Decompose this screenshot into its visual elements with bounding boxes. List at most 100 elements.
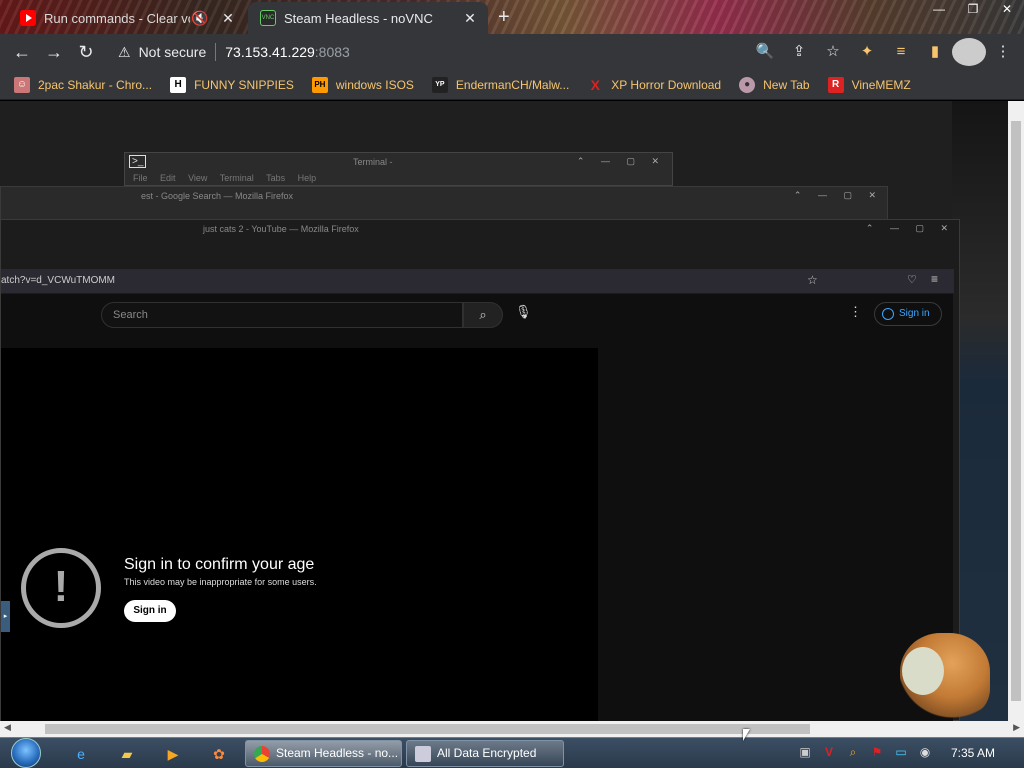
paint-icon[interactable]: ✿ [208,743,230,765]
profile-avatar[interactable] [952,38,986,67]
bookmark-label: windows ISOS [335,77,414,92]
exclamation-icon: ! [21,548,101,628]
video-player[interactable]: ▸ ! Sign in to confirm your age This vid… [1,348,598,721]
menu-terminal[interactable]: Terminal [220,173,254,183]
taskbar-item-steam-headless[interactable]: Steam Headless - no... [245,740,402,767]
youtube-search-input[interactable]: Search [101,302,463,328]
pocket-icon[interactable]: ♡ [907,273,917,286]
bookmark-2pac[interactable]: ☺ 2pac Shakur - Chro... [14,76,152,93]
search-icon[interactable]: ⌕ [463,302,503,328]
clock: 7:35 AM [951,746,996,760]
scroll-right-icon[interactable]: ▶ [1013,722,1020,733]
minimize-icon[interactable]: — [922,0,956,18]
reload-icon[interactable]: ↻ [70,42,102,63]
account-icon [882,308,894,320]
taskbar-item-all-data-encrypted[interactable]: All Data Encrypted [406,740,564,767]
tab-title: Run commands - Clear vo [44,10,190,26]
side-panel-icon[interactable]: ▮ [918,38,952,66]
side-drawer-handle[interactable]: ▸ [1,601,10,632]
bookmark-star-icon[interactable]: ☆ [807,273,818,287]
address-bar[interactable]: ⚠ Not secure 73.153.41.229 :8083 [108,38,748,66]
microphone-icon[interactable]: 🎙 [515,304,532,320]
more-options-icon[interactable]: ⋮ [849,304,862,320]
tray-search-icon[interactable]: ⌕ [841,745,865,760]
tab-run-commands[interactable]: Run commands - Clear vo 🔇 ✕ [8,2,246,34]
hamburger-menu-icon[interactable]: ≡ [931,272,938,286]
menu-tabs[interactable]: Tabs [266,173,285,183]
forward-icon[interactable]: → [38,42,70,63]
bookmark-endermanch[interactable]: YP EndermanCH/Malw... [431,76,569,93]
menu-view[interactable]: View [188,173,207,183]
tray-app-icon[interactable]: ▣ [793,745,817,760]
window-controls[interactable]: ⌃ — ▢ ✕ [794,190,883,201]
bookmark-windows-isos[interactable]: PH windows ISOS [311,76,414,93]
menu-help[interactable]: Help [298,173,317,183]
url-port: :8083 [314,44,350,60]
h-icon: H [170,76,187,93]
scroll-thumb[interactable] [45,724,810,734]
horizontal-scrollbar[interactable]: ◀ ▶ [0,721,1024,737]
age-gate-subtitle: This video may be inappropriate for some… [124,577,317,587]
window-title: just cats 2 - YouTube — Mozilla Firefox [203,224,359,234]
bookmark-funny-snippies[interactable]: H FUNNY SNIPPIES [170,76,294,93]
media-player-icon[interactable]: ▶ [162,743,184,765]
firefox-url-bar[interactable]: atch?v=d_VCWuTMOMM ☆ ♡ ≡ [1,269,954,293]
menu-file[interactable]: File [133,173,148,183]
firefox-window-google[interactable]: est - Google Search — Mozilla Firefox ⌃ … [0,186,888,220]
close-icon[interactable]: ✕ [218,10,238,27]
bookmark-label: FUNNY SNIPPIES [194,77,294,92]
extensions-icon[interactable]: ✦ [850,38,884,66]
vnc-icon: VNC [260,10,276,26]
hamster-sticker-image [900,633,990,719]
windows-logo-icon [11,738,41,768]
warning-icon[interactable]: ⚠ [118,44,131,61]
window-controls[interactable]: ⌃ — ▢ ✕ [866,223,955,234]
security-label[interactable]: Not secure [139,44,207,60]
terminal-title: Terminal - [353,157,393,167]
share-icon[interactable]: ⇪ [782,38,816,66]
youtube-icon [20,10,36,26]
vertical-scrollbar[interactable] [1008,101,1024,721]
start-button[interactable] [8,738,44,768]
r-icon: R [827,76,844,93]
yp-icon: YP [431,76,448,93]
internet-explorer-icon[interactable]: e [70,743,92,765]
browser-toolbar: ← → ↻ ⚠ Not secure 73.153.41.229 :8083 🔍… [0,34,1024,70]
bookmark-vinememz[interactable]: R VineMEMZ [827,76,911,93]
menu-edit[interactable]: Edit [160,173,176,183]
bookmark-label: XP Horror Download [611,77,722,92]
vnc-canvas[interactable]: >_ Terminal - ⌃ — ▢ ✕ File Edit View Ter… [0,101,1008,721]
tray-flag-icon[interactable]: ⚑ [865,745,889,760]
tab-steam-headless[interactable]: VNC Steam Headless - noVNC ✕ [248,2,488,34]
back-icon[interactable]: ← [6,42,38,63]
x-icon: X [590,76,600,93]
terminal-window-controls[interactable]: ⌃ — ▢ ✕ [577,156,666,167]
bookmark-star-icon[interactable]: ☆ [816,38,850,66]
folder-icon[interactable]: ▰ [116,743,138,765]
close-icon[interactable]: ✕ [460,10,480,27]
restore-icon[interactable]: ❐ [956,0,990,18]
tray-volume-icon[interactable]: ◉ [913,745,937,760]
age-gate-signin-button[interactable]: Sign in [124,600,176,622]
menu-icon[interactable]: ⋮ [986,38,1020,66]
scroll-thumb[interactable] [1011,121,1021,701]
tray-monitor-icon[interactable]: ▭ [889,745,913,760]
bookmark-xp-horror[interactable]: X XP Horror Download [587,76,722,93]
scroll-left-icon[interactable]: ◀ [4,722,11,733]
firefox-url[interactable]: atch?v=d_VCWuTMOMM [1,275,115,286]
youtube-signin-button[interactable]: Sign in [874,302,942,326]
close-window-icon[interactable]: ✕ [990,0,1024,18]
firefox-window-youtube[interactable]: just cats 2 - YouTube — Mozilla Firefox … [0,219,960,721]
media-icon[interactable]: ≡ [884,38,918,66]
age-gate-title: Sign in to confirm your age [124,556,315,573]
bookmark-new-tab[interactable]: ● New Tab [739,76,810,93]
tab-strip: Run commands - Clear vo 🔇 ✕ VNC Steam He… [0,0,1024,34]
tray-v-icon[interactable]: V [817,745,841,760]
divider [215,43,217,61]
zoom-icon[interactable]: 🔍 [748,38,782,66]
mute-icon[interactable]: 🔇 [190,10,210,27]
avatar [952,38,986,67]
person-icon: ☺ [14,76,30,93]
terminal-window[interactable]: >_ Terminal - ⌃ — ▢ ✕ File Edit View Ter… [124,152,673,186]
new-tab-button[interactable]: + [498,6,510,29]
